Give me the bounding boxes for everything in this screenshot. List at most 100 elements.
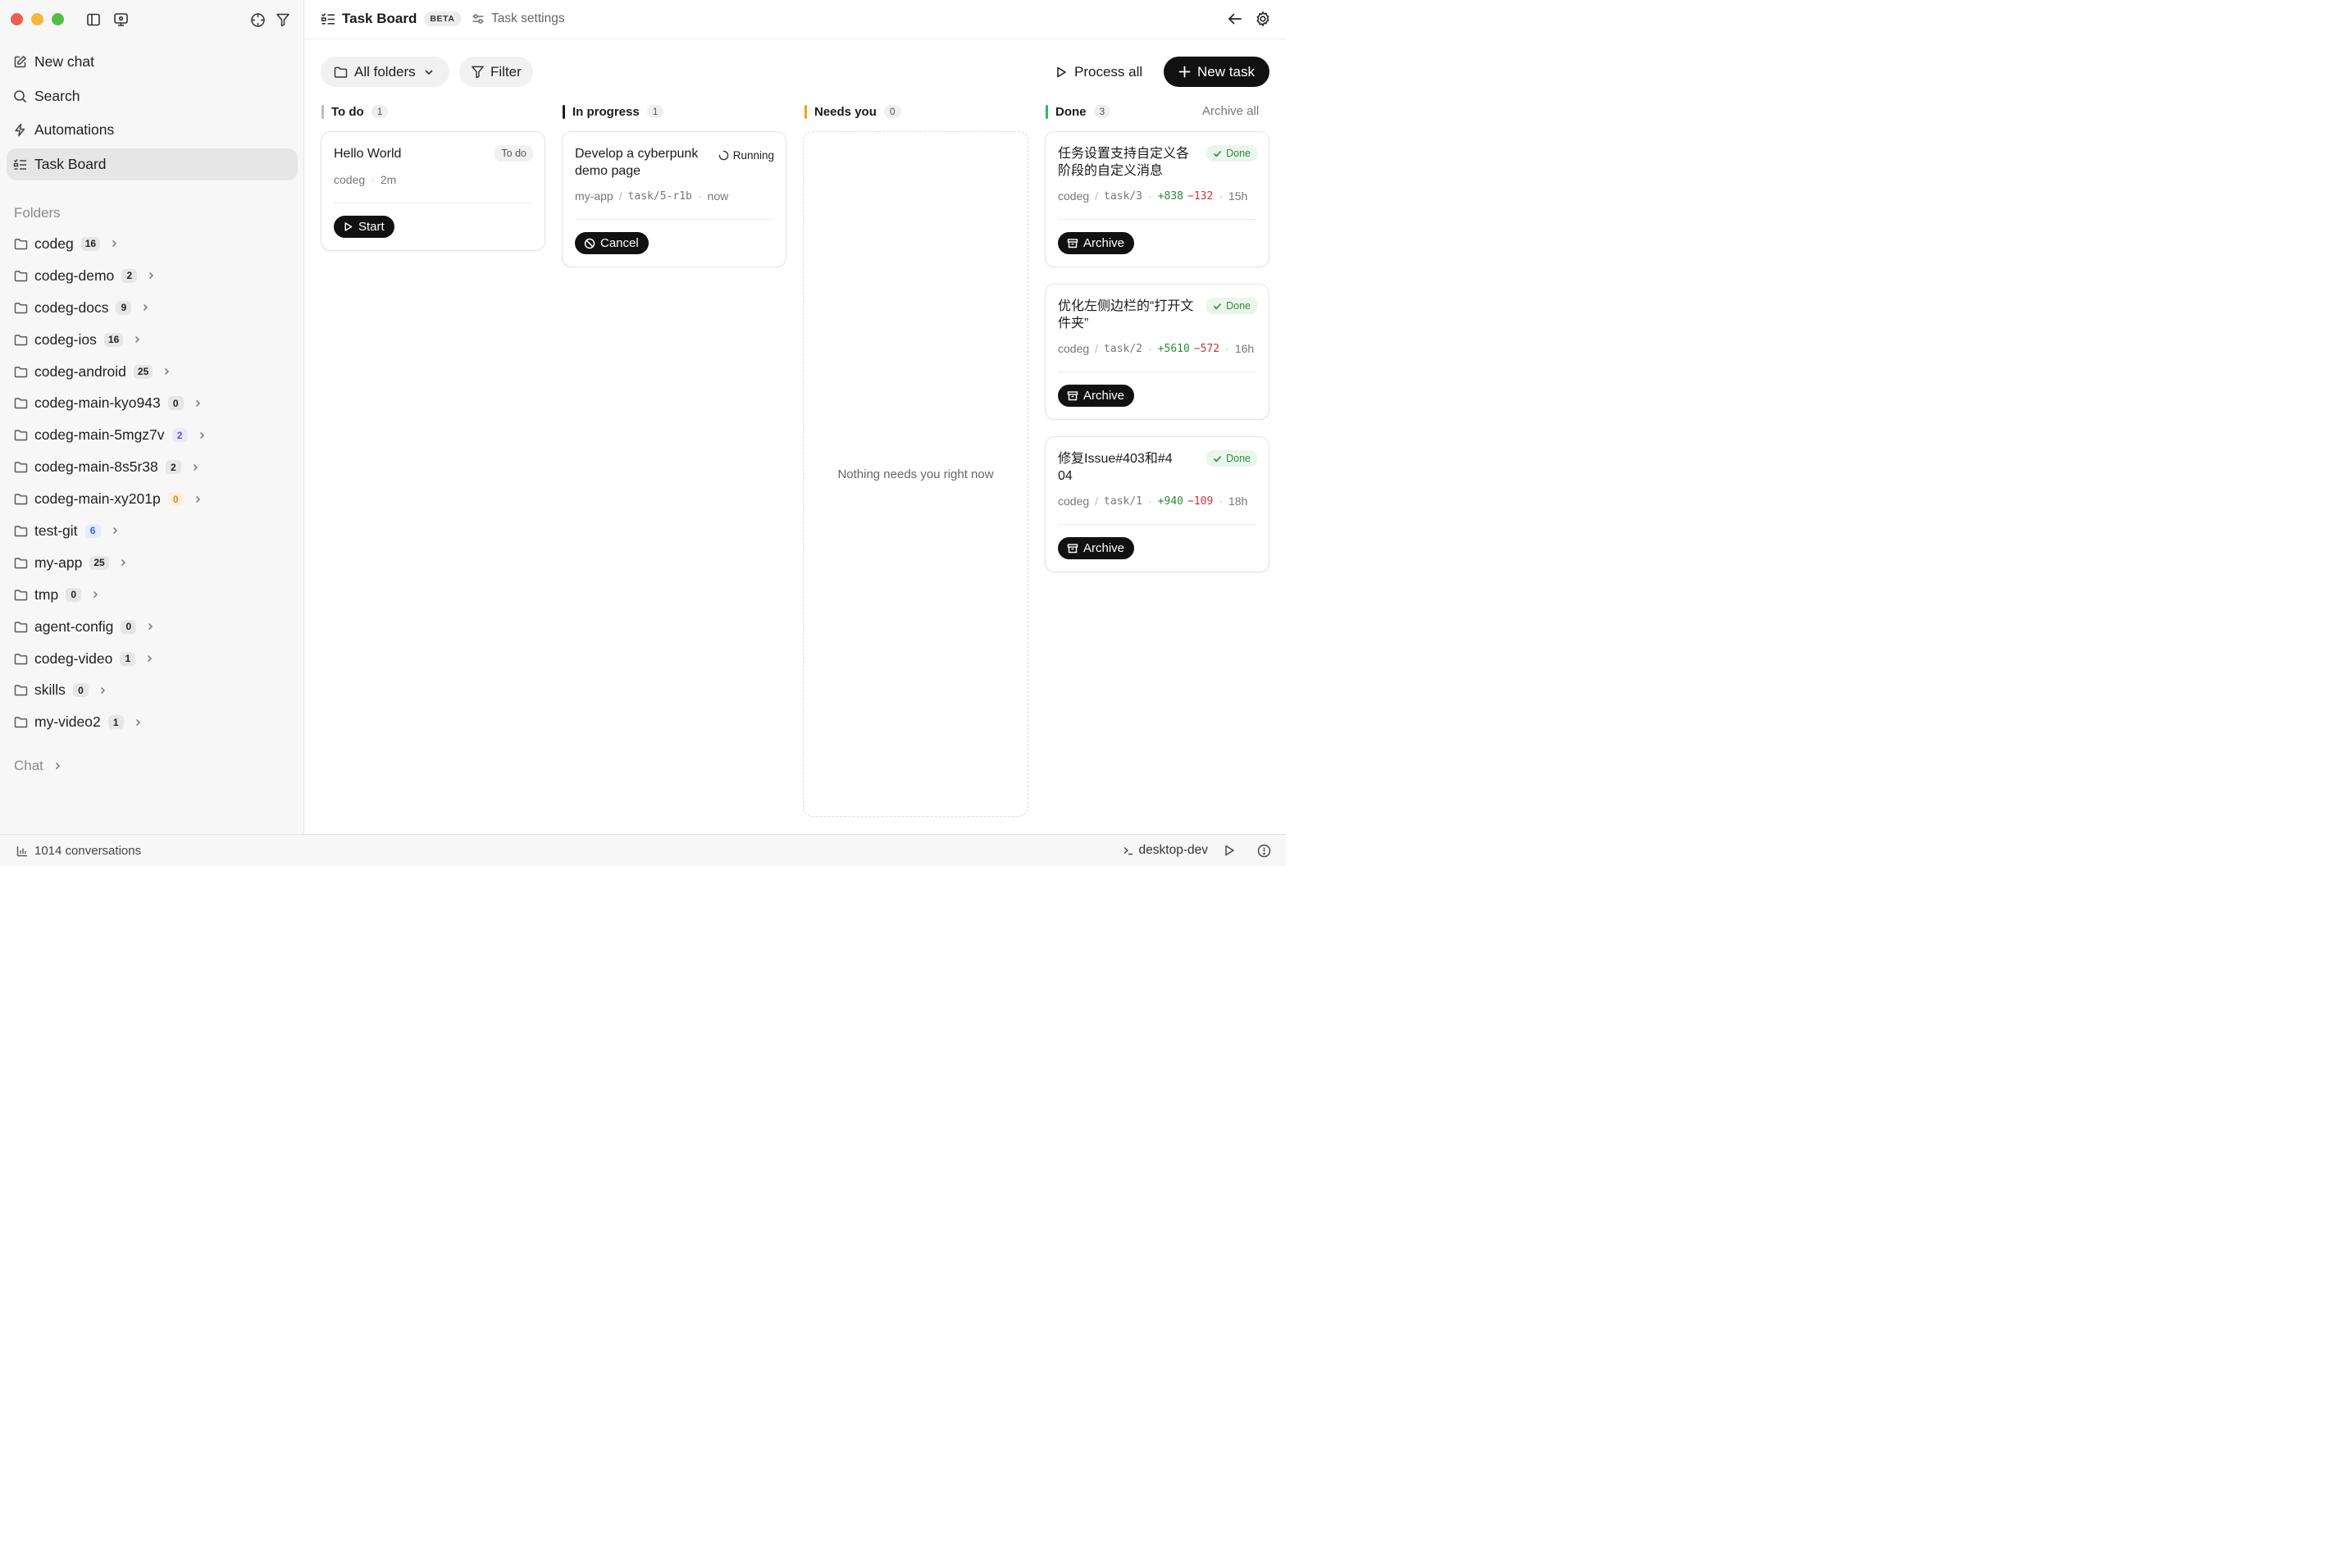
chevron-right-icon[interactable]	[141, 303, 149, 312]
start-button[interactable]: Start	[334, 216, 394, 238]
conversation-count[interactable]: 1014 conversations	[16, 844, 141, 858]
chevron-right-icon[interactable]	[110, 239, 118, 248]
chevron-right-icon[interactable]	[91, 590, 99, 599]
folder-item[interactable]: skills 0	[14, 674, 297, 706]
column-count: 3	[1093, 105, 1111, 118]
task-card-cyberpunk[interactable]: Develop a cyberpunk demo page Running my…	[562, 131, 786, 267]
cancel-label: Cancel	[600, 236, 639, 250]
meta-separator: /	[1095, 495, 1099, 508]
archive-all-button[interactable]: Archive all	[1202, 104, 1259, 118]
chevron-right-icon[interactable]	[194, 399, 202, 408]
folder-name: skills	[34, 681, 66, 699]
monitor-icon[interactable]	[112, 11, 130, 29]
filter-label: Filter	[490, 63, 522, 80]
folder-item[interactable]: codeg-video 1	[14, 643, 297, 675]
folder-icon	[14, 271, 28, 282]
maximize-window-button[interactable]	[52, 13, 64, 25]
play-icon[interactable]	[1223, 844, 1236, 857]
process-all-button[interactable]: Process all	[1055, 57, 1142, 87]
archive-button[interactable]: Archive	[1058, 232, 1135, 254]
chevron-right-icon[interactable]	[147, 271, 155, 280]
chevron-right-icon[interactable]	[198, 431, 206, 440]
task-card-hello-world[interactable]: Hello World To do codeg · 2m Start	[321, 131, 545, 251]
archive-button[interactable]: Archive	[1058, 385, 1135, 407]
task-card-done-3[interactable]: 修复Issue#403和#404 Done codeg / task/1 · +…	[1045, 436, 1269, 572]
folder-name: my-app	[34, 554, 83, 571]
filter-button[interactable]: Filter	[459, 57, 533, 87]
task-card-done-1[interactable]: 任务设置支持自定义各阶段的自定义消息 Done codeg / task/3 ·…	[1045, 131, 1269, 267]
environment-selector[interactable]: desktop-dev	[1123, 843, 1208, 858]
folder-item[interactable]: tmp 0	[14, 579, 297, 611]
column-count: 0	[883, 105, 901, 118]
folder-item[interactable]: codeg 16	[14, 228, 297, 260]
folder-item[interactable]: codeg-main-8s5r38 2	[14, 451, 297, 483]
chevron-down-icon	[425, 69, 433, 75]
chevron-right-icon[interactable]	[133, 335, 141, 344]
folder-item[interactable]: codeg-main-5mgz7v 2	[14, 419, 297, 451]
folder-item[interactable]: codeg-docs 9	[14, 292, 297, 324]
new-task-button[interactable]: New task	[1164, 57, 1269, 87]
folder-item[interactable]: codeg-android 25	[14, 356, 297, 388]
column-indicator	[1046, 104, 1048, 119]
task-branch: task/5-r1b	[627, 189, 692, 203]
crosshair-icon[interactable]	[248, 11, 267, 29]
nav-new-chat[interactable]: New chat	[7, 46, 298, 78]
info-icon[interactable]	[1257, 844, 1271, 858]
chevron-right-icon[interactable]	[145, 654, 153, 663]
nav-search[interactable]: Search	[7, 80, 298, 112]
archive-label: Archive	[1083, 389, 1125, 403]
folder-name: codeg-video	[34, 650, 113, 667]
lines-removed: −132	[1187, 189, 1214, 203]
task-time: 15h	[1228, 189, 1248, 203]
chat-section-toggle[interactable]: Chat	[14, 758, 62, 774]
column-title: Needs you	[814, 104, 877, 119]
edit-icon	[13, 55, 28, 70]
task-card-done-2[interactable]: 优化左侧边栏的“打开文件夹” Done codeg / task/2 · +56…	[1045, 284, 1269, 420]
folder-count-badge: 2	[165, 460, 181, 475]
close-window-button[interactable]	[11, 13, 23, 25]
task-meta: codeg / task/3 · +838 −132 · 15h	[1058, 189, 1247, 203]
bolt-icon	[13, 123, 28, 138]
task-settings-button[interactable]: Task settings	[472, 11, 565, 26]
task-folder: codeg	[1058, 495, 1090, 508]
minimize-window-button[interactable]	[31, 13, 43, 25]
chevron-right-icon[interactable]	[191, 463, 199, 472]
play-icon	[1057, 66, 1066, 77]
folder-item[interactable]: my-video2 1	[14, 706, 297, 738]
archive-icon	[1067, 543, 1078, 553]
chevron-right-icon[interactable]	[134, 718, 142, 727]
column-count: 1	[646, 105, 664, 118]
task-branch: task/1	[1104, 495, 1143, 508]
folder-count-badge: 0	[167, 396, 184, 411]
folder-item[interactable]: codeg-main-kyo943 0	[14, 387, 297, 419]
nav-task-board[interactable]: Task Board	[7, 148, 298, 180]
folder-name: codeg-main-5mgz7v	[34, 426, 165, 444]
folder-icon	[334, 66, 348, 78]
folder-name: codeg-main-8s5r38	[34, 458, 158, 476]
sidebar-toggle-icon[interactable]	[84, 11, 103, 29]
folder-icon	[14, 398, 28, 409]
chevron-right-icon[interactable]	[194, 495, 202, 504]
folder-item[interactable]: codeg-ios 16	[14, 324, 297, 356]
folder-item[interactable]: my-app 25	[14, 547, 297, 579]
status-badge: To do	[495, 145, 533, 162]
task-time: now	[707, 189, 729, 203]
status-bar: 1014 conversations desktop-dev	[0, 834, 1286, 866]
folder-name: agent-config	[34, 618, 114, 635]
folder-item[interactable]: agent-config 0	[14, 611, 297, 643]
cancel-button[interactable]: Cancel	[575, 232, 649, 254]
folder-item[interactable]: test-git 6	[14, 515, 297, 547]
filter-icon[interactable]	[274, 11, 292, 29]
all-folders-dropdown[interactable]: All folders	[321, 57, 449, 87]
chevron-right-icon[interactable]	[162, 367, 171, 376]
folder-item[interactable]: codeg-main-xy201p 0	[14, 483, 297, 515]
chevron-right-icon[interactable]	[98, 686, 107, 695]
gear-icon[interactable]	[1255, 11, 1271, 27]
nav-automations[interactable]: Automations	[7, 114, 298, 146]
chevron-right-icon[interactable]	[146, 622, 154, 631]
arrow-left-icon[interactable]	[1227, 11, 1243, 27]
chevron-right-icon[interactable]	[119, 558, 127, 567]
archive-button[interactable]: Archive	[1058, 537, 1135, 559]
chevron-right-icon[interactable]	[111, 526, 119, 535]
folder-item[interactable]: codeg-demo 2	[14, 260, 297, 292]
